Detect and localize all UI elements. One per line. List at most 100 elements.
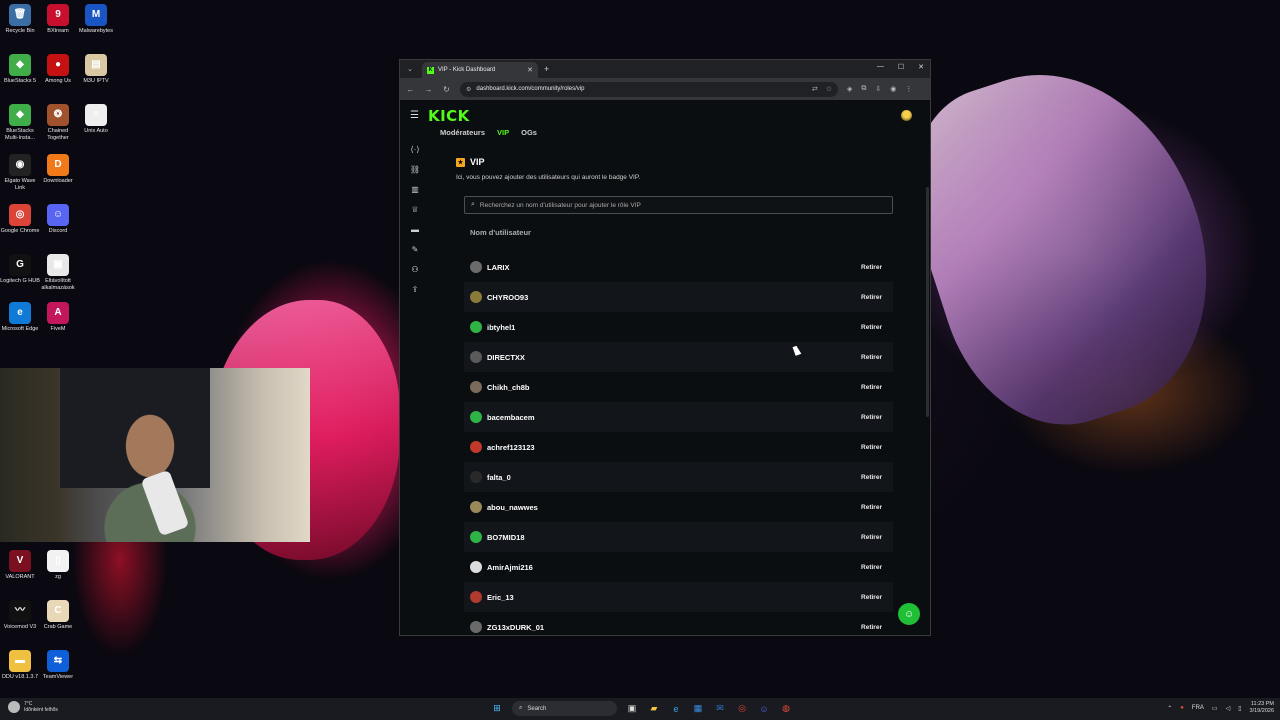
remove-vip-button[interactable]: Retirer: [861, 564, 882, 571]
user-avatar[interactable]: [901, 110, 912, 121]
tab-vip[interactable]: VIP: [497, 128, 509, 137]
discord-icon[interactable]: ☺: [757, 702, 771, 716]
username[interactable]: ibtyhel1: [487, 323, 861, 332]
bookmark-star-icon[interactable]: ☆: [826, 85, 832, 93]
remove-vip-button[interactable]: Retirer: [861, 414, 882, 421]
username[interactable]: ZG13xDURK_01: [487, 623, 861, 632]
edge-icon[interactable]: e: [669, 702, 683, 716]
desktop-icon[interactable]: ● Among Us: [38, 54, 78, 85]
new-tab-button[interactable]: +: [544, 64, 549, 74]
username[interactable]: achref123123: [487, 443, 861, 452]
desktop-icon[interactable]: C Crab Game: [38, 600, 78, 631]
username[interactable]: BO7MID18: [487, 533, 861, 542]
task-view-icon[interactable]: ▣: [625, 702, 639, 716]
back-icon[interactable]: ←: [406, 85, 415, 94]
tab-close-icon[interactable]: ✕: [527, 66, 533, 74]
desktop-icon[interactable]: ≡ Unix Auto: [76, 104, 116, 135]
downloads-icon[interactable]: ⇩: [875, 85, 881, 93]
reload-icon[interactable]: ↻: [442, 85, 451, 94]
desktop-icon[interactable]: ▯ zg: [38, 550, 78, 581]
tools-icon[interactable]: ✎: [412, 245, 419, 254]
profile-icon[interactable]: ◉: [890, 85, 896, 93]
remove-vip-button[interactable]: Retirer: [861, 384, 882, 391]
stream-icon[interactable]: ⟨·⟩: [411, 145, 420, 154]
analytics-icon[interactable]: ▥: [411, 185, 419, 194]
windows-start-icon[interactable]: ⊞: [490, 702, 504, 716]
close-window-icon[interactable]: ✕: [918, 63, 924, 71]
desktop-icon[interactable]: D Downloader: [38, 154, 78, 185]
extensions-puzzle-icon[interactable]: ⧉: [861, 85, 866, 93]
clock[interactable]: 11:23 PM 3/19/2026: [1250, 701, 1274, 715]
username[interactable]: Chikh_ch8b: [487, 383, 861, 392]
trophy-icon[interactable]: ♕: [411, 205, 418, 214]
search-input[interactable]: [479, 201, 886, 209]
desktop-icon[interactable]: G Logitech G HUB: [0, 254, 40, 285]
remove-vip-button[interactable]: Retirer: [861, 354, 882, 361]
desktop-icon[interactable]: A FiveM: [38, 302, 78, 333]
desktop-icon[interactable]: e Microsoft Edge: [0, 302, 40, 333]
battery-icon[interactable]: ▯: [1238, 705, 1241, 712]
forward-icon[interactable]: →: [424, 85, 433, 94]
minimize-icon[interactable]: —: [877, 63, 884, 71]
url-text[interactable]: dashboard.kick.com/community/roles/vip: [476, 86, 806, 92]
help-chat-icon[interactable]: ☺: [898, 603, 920, 625]
monetization-icon[interactable]: ▬: [411, 225, 419, 234]
desktop-icon[interactable]: ⇆ TeamViewer: [38, 650, 78, 681]
chrome-icon[interactable]: ◎: [735, 702, 749, 716]
desktop-icon[interactable]: V VALORANT: [0, 550, 40, 581]
volume-icon[interactable]: ◁: [1226, 705, 1231, 712]
username[interactable]: AmirAjmi216: [487, 563, 861, 572]
username[interactable]: DIRECTXX: [487, 353, 861, 362]
community-icon[interactable]: ⚇: [411, 265, 418, 274]
maximize-icon[interactable]: ☐: [898, 63, 904, 71]
remove-vip-button[interactable]: Retirer: [861, 474, 882, 481]
username[interactable]: falta_0: [487, 473, 861, 482]
username[interactable]: abou_nawwes: [487, 503, 861, 512]
taskbar-search[interactable]: ⌕ Search: [512, 701, 617, 716]
remove-vip-button[interactable]: Retirer: [861, 594, 882, 601]
extension-icon[interactable]: ◈: [847, 85, 852, 93]
page-scrollbar[interactable]: [926, 187, 929, 417]
desktop-icon[interactable]: 9 BXtream: [38, 4, 78, 35]
tab-vip-dashboard[interactable]: K VIP - Kick Dashboard ✕: [422, 62, 538, 78]
mail-icon[interactable]: ✉: [713, 702, 727, 716]
username[interactable]: bacembacem: [487, 413, 861, 422]
remove-vip-button[interactable]: Retirer: [861, 444, 882, 451]
desktop-icon[interactable]: ▬ DDU v18.1.3.7: [0, 650, 40, 681]
remove-vip-button[interactable]: Retirer: [861, 534, 882, 541]
tab-search-icon[interactable]: ⌄: [404, 63, 416, 75]
weather-widget[interactable]: 7°C Időnként felhős: [8, 701, 58, 713]
username[interactable]: LARIX: [487, 263, 861, 272]
desktop-icon[interactable]: M Malwarebytes: [76, 4, 116, 35]
tab-moderators[interactable]: Modérateurs: [440, 128, 485, 137]
upload-icon[interactable]: ⇪: [412, 285, 419, 294]
username[interactable]: CHYROO93: [487, 293, 861, 302]
store-icon[interactable]: ▦: [691, 702, 705, 716]
desktop-icon[interactable]: ❂ Chained Together: [38, 104, 78, 141]
desktop-icon[interactable]: ◆ BlueStacks Multi-Insta...: [0, 104, 40, 141]
remove-vip-button[interactable]: Retirer: [861, 294, 882, 301]
desktop-icon[interactable]: ◆ BlueStacks 5: [0, 54, 40, 85]
desktop-icon[interactable]: ▤ M3U IPTV: [76, 54, 116, 85]
desktop-icon[interactable]: ▣ Eltávolított alkalmazások: [38, 254, 78, 291]
username[interactable]: Eric_13: [487, 593, 861, 602]
remove-vip-button[interactable]: Retirer: [861, 504, 882, 511]
translate-icon[interactable]: ⇄: [812, 85, 818, 93]
remove-vip-button[interactable]: Retirer: [861, 264, 882, 271]
site-info-icon[interactable]: ⚙: [466, 86, 471, 93]
menu-kebab-icon[interactable]: ⋮: [905, 85, 912, 93]
desktop-icon[interactable]: 〰 Voicemod V3: [0, 600, 40, 631]
desktop-icon[interactable]: ◎ Google Chrome: [0, 204, 40, 235]
desktop-icon[interactable]: ◉ Elgato Wave Link: [0, 154, 40, 191]
network-icon[interactable]: ▭: [1212, 705, 1218, 712]
desktop-icon[interactable]: 🗑 Recycle Bin: [0, 4, 40, 35]
tab-ogs[interactable]: OGs: [521, 128, 537, 137]
remove-vip-button[interactable]: Retirer: [861, 624, 882, 631]
file-explorer-icon[interactable]: ▰: [647, 702, 661, 716]
desktop-icon[interactable]: ☺ Discord: [38, 204, 78, 235]
language-indicator[interactable]: FRA: [1192, 705, 1204, 711]
address-bar[interactable]: ⚙ dashboard.kick.com/community/roles/vip…: [460, 81, 838, 97]
tray-overflow-icon[interactable]: ⌃: [1167, 705, 1172, 712]
mic-icon[interactable]: ●: [1180, 705, 1184, 711]
recording-app-icon[interactable]: ◍: [779, 702, 793, 716]
